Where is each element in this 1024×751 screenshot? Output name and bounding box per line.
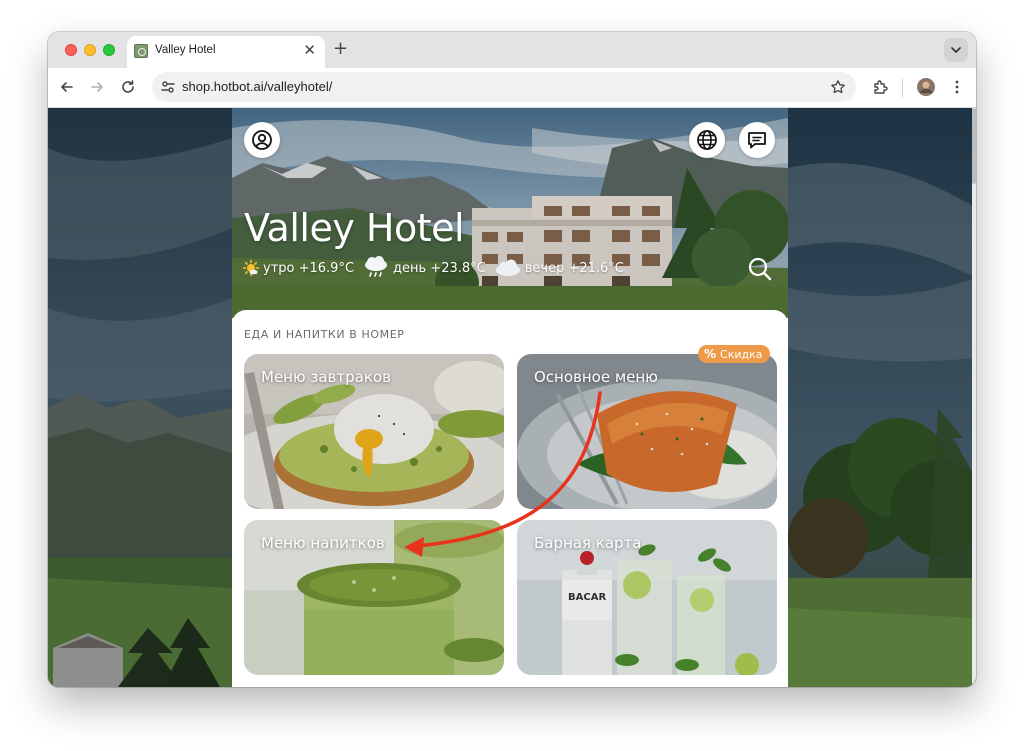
reload-icon (122, 80, 134, 93)
chat-bubble-icon (748, 132, 766, 149)
minimize-window-button[interactable] (84, 44, 96, 56)
back-button[interactable] (56, 76, 78, 98)
discount-badge: % Скидка (698, 345, 770, 363)
card-breakfast-menu[interactable]: Меню завтраков (244, 354, 504, 509)
close-window-button[interactable] (65, 44, 77, 56)
discount-badge-label: Скидка (720, 347, 763, 361)
cloud-icon (495, 259, 520, 276)
card-main-menu-label: Основное меню (534, 368, 658, 386)
card-bar-label: Барная карта (534, 534, 642, 552)
browser-toolbar: shop.hotbot.ai/valleyhotel/ (48, 68, 976, 108)
new-tab-button[interactable]: + (333, 38, 348, 60)
language-button[interactable] (689, 122, 725, 158)
avatar-icon (917, 78, 935, 96)
hotel-app: Valley Hotel утро +16.9°C день +23.8°C в… (232, 108, 788, 687)
kebab-menu-icon (955, 80, 959, 94)
bookmark-star-icon[interactable] (830, 79, 846, 95)
rain-cloud-icon (365, 256, 388, 277)
profile-avatar[interactable] (915, 76, 937, 98)
weather-forecast: утро +16.9°C день +23.8°C вечер +21.6°C (242, 256, 632, 280)
arrow-left-icon (61, 82, 73, 92)
toolbar-divider (902, 79, 903, 97)
hotel-name: Valley Hotel (244, 206, 465, 250)
site-settings-icon[interactable] (161, 80, 175, 94)
page-viewport: Valley Hotel утро +16.9°C день +23.8°C в… (48, 108, 976, 687)
globe-icon (697, 130, 717, 150)
background-image-left (48, 108, 232, 687)
card-main-menu[interactable]: Основное меню (517, 354, 777, 509)
forward-button[interactable] (86, 76, 108, 98)
puzzle-icon (874, 80, 888, 94)
close-tab-icon[interactable]: ✕ (303, 41, 316, 59)
maximize-window-button[interactable] (103, 44, 115, 56)
tab-title: Valley Hotel (155, 44, 216, 56)
search-icon (748, 257, 772, 281)
card-bar-menu[interactable]: BACAR Барная карта (517, 520, 777, 675)
content-sheet: ЕДА И НАПИТКИ В НОМЕР Меню завтраков Осн… (232, 310, 788, 687)
background-image-right (788, 108, 976, 687)
reload-button[interactable] (117, 76, 139, 98)
card-breakfast-label: Меню завтраков (261, 368, 391, 386)
url-path: /valleyhotel/ (263, 79, 333, 94)
weather-evening: вечер +21.6°C (494, 258, 624, 278)
chat-button[interactable] (739, 122, 775, 158)
tab-search-button[interactable] (944, 38, 968, 62)
browser-window: Valley Hotel ✕ + shop.hotbot.ai/valleyho… (48, 32, 976, 687)
account-button[interactable] (244, 122, 280, 158)
percent-icon: % (704, 347, 717, 361)
extensions-button[interactable] (870, 76, 892, 98)
search-button[interactable] (746, 255, 774, 283)
page-scrollbar[interactable] (972, 108, 976, 687)
url-domain: shop.hotbot.ai (182, 79, 264, 94)
tab-strip: Valley Hotel ✕ + (48, 32, 976, 68)
user-circle-icon (252, 130, 272, 150)
address-bar[interactable]: shop.hotbot.ai/valleyhotel/ (152, 72, 856, 102)
favicon-icon (134, 44, 148, 58)
card-drinks-label: Меню напитков (261, 534, 385, 552)
sun-cloud-icon (242, 259, 260, 277)
section-title: ЕДА И НАПИТКИ В НОМЕР (244, 328, 405, 341)
browser-tab[interactable]: Valley Hotel ✕ (127, 36, 325, 68)
url-text[interactable]: shop.hotbot.ai/valleyhotel/ (182, 79, 332, 94)
arrow-right-icon (91, 82, 103, 92)
weather-day: день +23.8°C (362, 256, 486, 280)
browser-menu-button[interactable] (946, 76, 968, 98)
weather-morning: утро +16.9°C (242, 259, 354, 277)
weather-morning-text: утро +16.9°C (263, 260, 355, 276)
weather-day-text: день +23.8°C (393, 260, 486, 276)
chevron-down-icon (951, 47, 961, 53)
hero-banner: Valley Hotel утро +16.9°C день +23.8°C в… (232, 108, 788, 318)
card-drinks-menu[interactable]: Меню напитков (244, 520, 504, 675)
weather-evening-text: вечер +21.6°C (524, 260, 624, 276)
scrollbar-thumb[interactable] (972, 108, 976, 184)
